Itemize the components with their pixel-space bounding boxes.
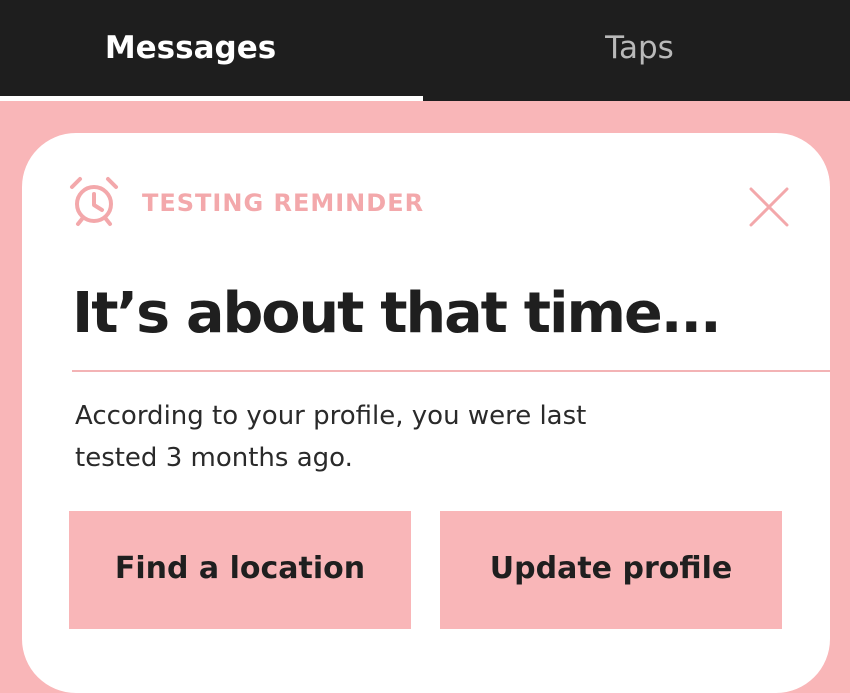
reminder-category-label: TESTING REMINDER bbox=[142, 189, 425, 217]
body-line-1: According to your profile, you were last bbox=[75, 401, 587, 431]
find-location-button[interactable]: Find a location bbox=[69, 511, 411, 629]
tab-messages[interactable]: Messages bbox=[0, 0, 403, 101]
reminder-body: According to your profile, you were last… bbox=[75, 395, 675, 479]
testing-reminder-card: TESTING REMINDER It’s about that time...… bbox=[22, 133, 830, 693]
body-line-2: tested 3 months ago. bbox=[75, 443, 353, 473]
tab-taps[interactable]: Taps bbox=[427, 0, 850, 101]
reminder-headline: It’s about that time... bbox=[72, 281, 722, 346]
active-tab-indicator bbox=[0, 96, 423, 101]
close-button[interactable] bbox=[748, 186, 790, 228]
alarm-clock-icon bbox=[68, 175, 120, 227]
update-profile-button[interactable]: Update profile bbox=[440, 511, 782, 629]
divider bbox=[72, 370, 830, 372]
reminder-header: TESTING REMINDER bbox=[68, 175, 424, 227]
top-tab-bar: Messages Taps bbox=[0, 0, 850, 101]
close-icon[interactable] bbox=[748, 186, 790, 228]
